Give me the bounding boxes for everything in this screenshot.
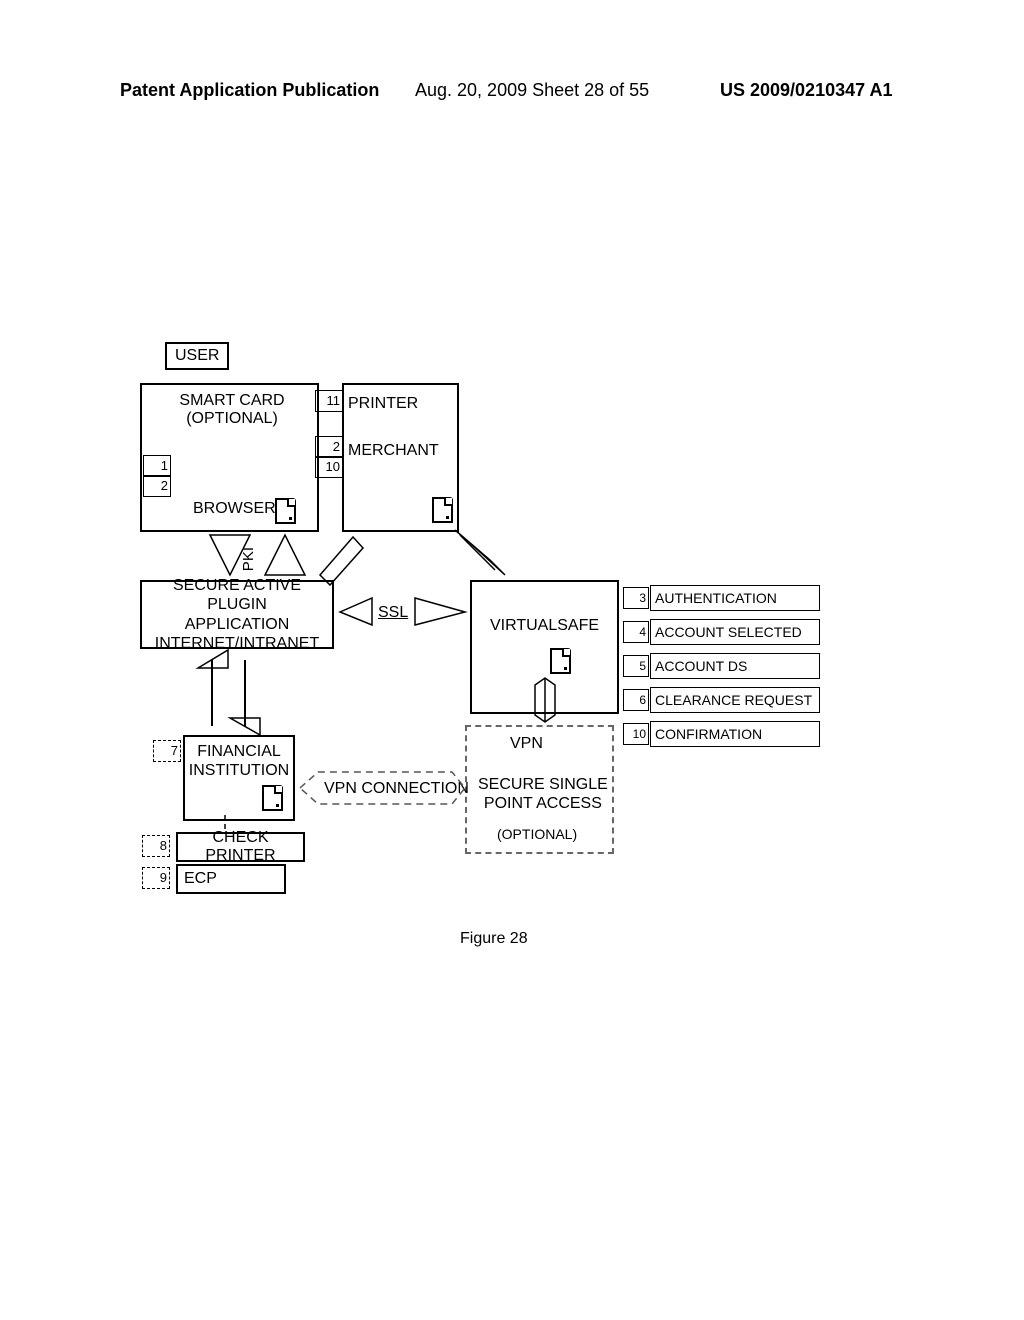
connector-arrows: [0, 0, 1024, 1320]
